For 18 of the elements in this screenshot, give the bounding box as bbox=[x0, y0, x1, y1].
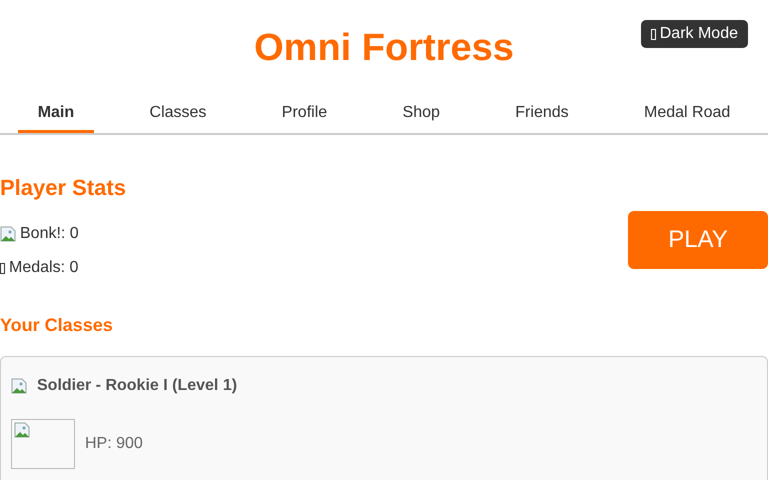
missing-glyph-icon bbox=[0, 262, 5, 274]
broken-image-icon bbox=[14, 422, 30, 438]
broken-image-icon bbox=[11, 378, 27, 394]
nav-tab[interactable]: Friends bbox=[495, 96, 589, 133]
page-title: Omni Fortress bbox=[254, 26, 514, 70]
nav-tab[interactable]: Classes bbox=[130, 96, 226, 133]
stat-text: Bonk!: 0 bbox=[20, 225, 79, 243]
stat-text: Medals: 0 bbox=[9, 259, 78, 277]
class-title: Soldier - Rookie I (Level 1) bbox=[37, 377, 238, 395]
nav-tab[interactable]: Profile bbox=[262, 96, 348, 133]
broken-image-icon bbox=[0, 226, 16, 242]
nav-tab[interactable]: Main bbox=[18, 96, 94, 133]
section-heading: Your Classes bbox=[0, 315, 114, 336]
class-stat: HP: 900 bbox=[85, 435, 143, 453]
dark-mode-button[interactable]: Dark Mode bbox=[640, 20, 748, 48]
nav-tab[interactable]: Shop bbox=[382, 96, 460, 133]
section-heading: Player Stats bbox=[0, 175, 126, 201]
nav-tab[interactable]: Medal Road bbox=[624, 96, 750, 133]
